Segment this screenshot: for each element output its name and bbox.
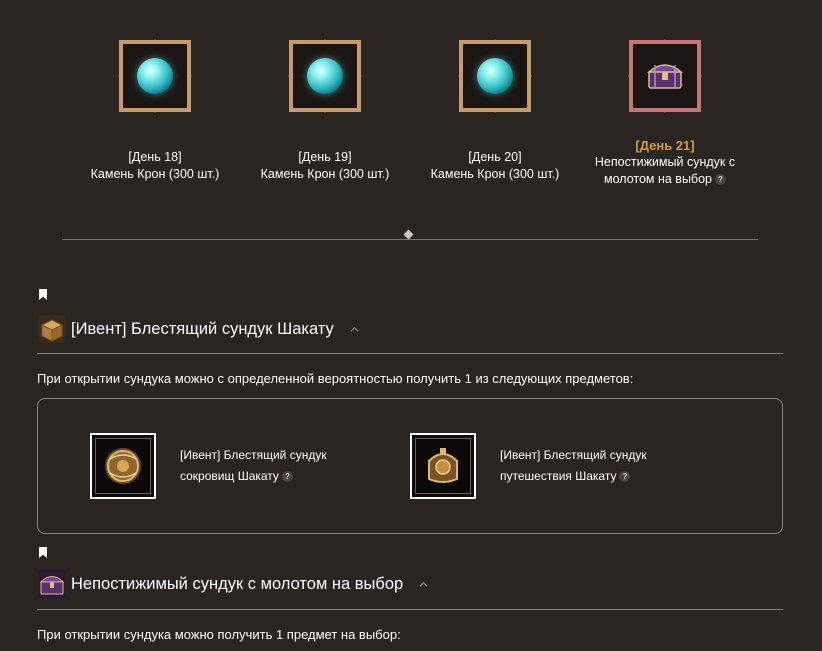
- reward-slot: [629, 40, 701, 112]
- item-name: [Ивент] Блестящий сундук сокровищ Шакату…: [180, 445, 370, 487]
- help-icon[interactable]: ?: [281, 471, 293, 483]
- item-name-line1: [Ивент] Блестящий сундук: [180, 448, 327, 462]
- day-text: [День 18] Камень Крон (300 шт.): [70, 149, 240, 183]
- day-reward-line2: молотом на выбор?: [580, 171, 750, 188]
- day-label: [День 19]: [298, 150, 352, 164]
- crown-stone-orb-icon: [307, 58, 343, 94]
- item-slot-inner: [95, 438, 151, 494]
- item-name-line2: путешествия Шакату: [500, 469, 617, 483]
- item-slot-inner: [415, 438, 471, 494]
- reward-frame[interactable]: [458, 39, 532, 113]
- item-list-box: [Ивент] Блестящий сундук сокровищ Шакату…: [37, 398, 783, 534]
- day-reward: Камень Крон (300 шт.): [260, 167, 390, 181]
- day-reward-line2-text: молотом на выбор: [603, 172, 712, 186]
- item-slot: [90, 433, 156, 499]
- item-name: [Ивент] Блестящий сундук путешествия Шак…: [500, 445, 690, 487]
- day-reward-line1: Непостижимый сундук с: [594, 155, 736, 169]
- section-description: При открытии сундука можно с определенно…: [37, 371, 634, 386]
- crown-stone-orb-icon: [137, 58, 173, 94]
- section-header[interactable]: [Ивент] Блестящий сундук Шакату: [37, 313, 359, 345]
- reward-frame[interactable]: [288, 39, 362, 113]
- chevron-up-icon[interactable]: [350, 325, 359, 334]
- wooden-chest-icon: [38, 315, 66, 343]
- help-icon[interactable]: ?: [715, 174, 726, 186]
- bookmark-icon[interactable]: [39, 547, 47, 558]
- reward-frame[interactable]: [118, 39, 192, 113]
- section-title: [Ивент] Блестящий сундук Шакату: [71, 319, 334, 338]
- treasure-chest-icon: [105, 448, 141, 484]
- help-icon[interactable]: ?: [619, 471, 631, 483]
- day-label: [День 18]: [128, 150, 182, 164]
- day-label: [День 21]: [635, 138, 695, 153]
- day-text: [День 21] Непостижимый сундук с молотом …: [580, 137, 750, 188]
- purple-chest-icon: [38, 570, 66, 598]
- list-item[interactable]: [Ивент] Блестящий сундук путешествия Шак…: [410, 433, 690, 499]
- day-reward: Камень Крон (300 шт.): [90, 167, 220, 181]
- crown-stone-orb-icon: [477, 58, 513, 94]
- day-text: [День 19] Камень Крон (300 шт.): [240, 149, 410, 183]
- reward-frame[interactable]: [628, 39, 702, 113]
- travel-chest-icon: [428, 448, 458, 483]
- item-name-line2-row: сокровищ Шакату?: [180, 466, 370, 487]
- item-name-line2: сокровищ Шакату: [180, 469, 279, 483]
- day-reward: Камень Крон (300 шт.): [430, 167, 560, 181]
- list-item[interactable]: [Ивент] Блестящий сундук сокровищ Шакату…: [90, 433, 370, 499]
- chevron-up-icon[interactable]: [419, 580, 428, 589]
- purple-chest-icon: [647, 64, 683, 89]
- reward-slot: [119, 40, 191, 112]
- item-slot: [410, 433, 476, 499]
- reward-slot: [289, 40, 361, 112]
- item-name-line2-row: путешествия Шакату?: [500, 466, 690, 487]
- section-rule: [37, 353, 783, 354]
- section-title: Непостижимый сундук с молотом на выбор: [71, 574, 404, 593]
- daily-reward-track: [День 18] Камень Крон (300 шт.) [День 19…: [0, 0, 822, 240]
- section-description: При открытии сундука можно получить 1 пр…: [37, 627, 401, 642]
- day-text: [День 20] Камень Крон (300 шт.): [410, 149, 580, 183]
- day-label: [День 20]: [468, 150, 522, 164]
- section-divider: [62, 239, 758, 240]
- item-name-line1: [Ивент] Блестящий сундук: [500, 448, 647, 462]
- section-rule: [37, 609, 783, 610]
- section-header[interactable]: Непостижимый сундук с молотом на выбор: [37, 568, 428, 600]
- reward-slot: [459, 40, 531, 112]
- bookmark-icon[interactable]: [39, 289, 47, 300]
